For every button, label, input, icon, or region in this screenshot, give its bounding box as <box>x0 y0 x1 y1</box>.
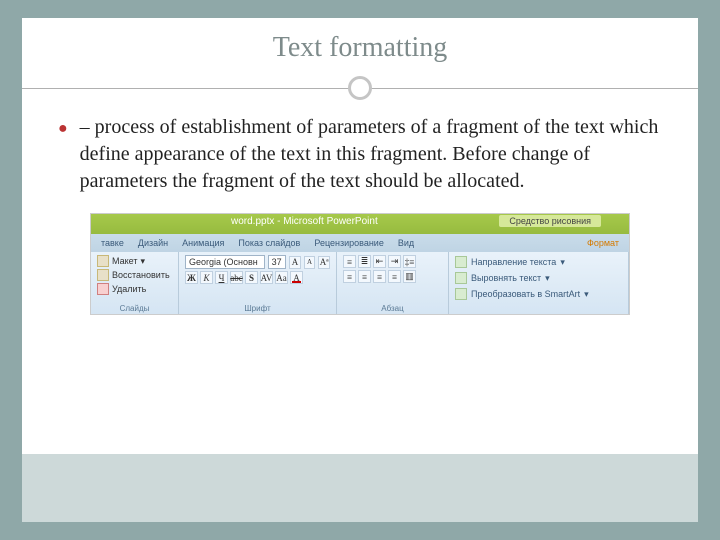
group-paragraph: ≡ ≣ ⇤ ⇥ ‡≡ ≡ ≡ ≡ ≡ ▥ <box>337 252 449 314</box>
align-right-button[interactable]: ≡ <box>373 270 386 283</box>
group-font-label: Шрифт <box>185 304 330 313</box>
delete-icon <box>97 283 109 295</box>
group-slides-label: Слайды <box>97 304 172 313</box>
group-slides: Макет ▾ Восстановить Удалить Слайды <box>91 252 179 314</box>
ribbon-tabs: тавке Дизайн Анимация Показ слайдов Реце… <box>91 234 629 252</box>
text-direction-button[interactable]: Направление текста <box>471 257 556 267</box>
justify-button[interactable]: ≡ <box>388 270 401 283</box>
group-text-options-label <box>455 304 622 313</box>
tab-design[interactable]: Дизайн <box>138 238 168 248</box>
slide-title: Text formatting <box>22 32 698 64</box>
strikethrough-button[interactable]: abc <box>230 271 243 284</box>
change-case-button[interactable]: Aª <box>318 256 330 269</box>
group-font: Georgia (Основн 37 A A Aª Ж К Ч abc S <box>179 252 337 314</box>
content-area: ● – process of establishment of paramete… <box>22 104 698 315</box>
contextual-tab-label: Средство рисовния <box>499 215 601 227</box>
tab-slideshow[interactable]: Показ слайдов <box>238 238 300 248</box>
clear-format-button[interactable]: Aa <box>275 271 288 284</box>
columns-button[interactable]: ▥ <box>403 270 416 283</box>
shrink-font-button[interactable]: A <box>304 256 316 269</box>
align-text-button[interactable]: Выровнять текст <box>471 273 541 283</box>
group-text-options: Направление текста ▾ Выровнять текст ▾ П… <box>449 252 629 314</box>
bullet-icon: ● <box>58 120 68 138</box>
slide-card: Text formatting ● – process of establish… <box>22 18 698 522</box>
ribbon-screenshot: word.pptx - Microsoft PowerPoint Средств… <box>90 213 630 315</box>
reset-button[interactable]: Восстановить <box>112 270 170 280</box>
decrease-indent-button[interactable]: ⇤ <box>373 255 386 268</box>
divider-circle-icon <box>348 76 372 100</box>
tab-format[interactable]: Формат <box>587 238 619 248</box>
smartart-icon <box>455 288 467 300</box>
numbering-button[interactable]: ≣ <box>358 255 371 268</box>
body-text: – process of establishment of parameters… <box>80 114 662 195</box>
reset-icon <box>97 269 109 281</box>
title-area: Text formatting <box>22 18 698 104</box>
group-paragraph-label: Абзац <box>343 304 442 313</box>
increase-indent-button[interactable]: ⇥ <box>388 255 401 268</box>
line-spacing-button[interactable]: ‡≡ <box>403 255 416 268</box>
tab-review[interactable]: Рецензирование <box>314 238 384 248</box>
layout-button[interactable]: Макет <box>112 256 137 266</box>
ribbon-titlebar: word.pptx - Microsoft PowerPoint Средств… <box>91 214 629 234</box>
font-size-dropdown[interactable]: 37 <box>268 255 286 269</box>
bullet-item: ● – process of establishment of paramete… <box>58 114 662 195</box>
font-color-button[interactable]: A <box>290 271 303 284</box>
align-text-icon <box>455 272 467 284</box>
shadow-button[interactable]: S <box>245 271 258 284</box>
layout-icon <box>97 255 109 267</box>
italic-button[interactable]: К <box>200 271 213 284</box>
char-spacing-button[interactable]: AV <box>260 271 273 284</box>
tab-animation[interactable]: Анимация <box>182 238 224 248</box>
underline-button[interactable]: Ч <box>215 271 228 284</box>
document-title: word.pptx - Microsoft PowerPoint <box>231 216 378 227</box>
bullets-button[interactable]: ≡ <box>343 255 356 268</box>
tab-insert[interactable]: тавке <box>101 238 124 248</box>
font-name-dropdown[interactable]: Georgia (Основн <box>185 255 265 269</box>
text-direction-icon <box>455 256 467 268</box>
grow-font-button[interactable]: A <box>289 256 301 269</box>
bottom-band <box>22 454 698 522</box>
convert-smartart-button[interactable]: Преобразовать в SmartArt <box>471 289 580 299</box>
tab-view[interactable]: Вид <box>398 238 414 248</box>
align-left-button[interactable]: ≡ <box>343 270 356 283</box>
align-center-button[interactable]: ≡ <box>358 270 371 283</box>
bold-button[interactable]: Ж <box>185 271 198 284</box>
ribbon-body: Макет ▾ Восстановить Удалить Слайды Geor… <box>91 252 629 314</box>
title-divider <box>22 72 698 104</box>
delete-button[interactable]: Удалить <box>112 284 146 294</box>
